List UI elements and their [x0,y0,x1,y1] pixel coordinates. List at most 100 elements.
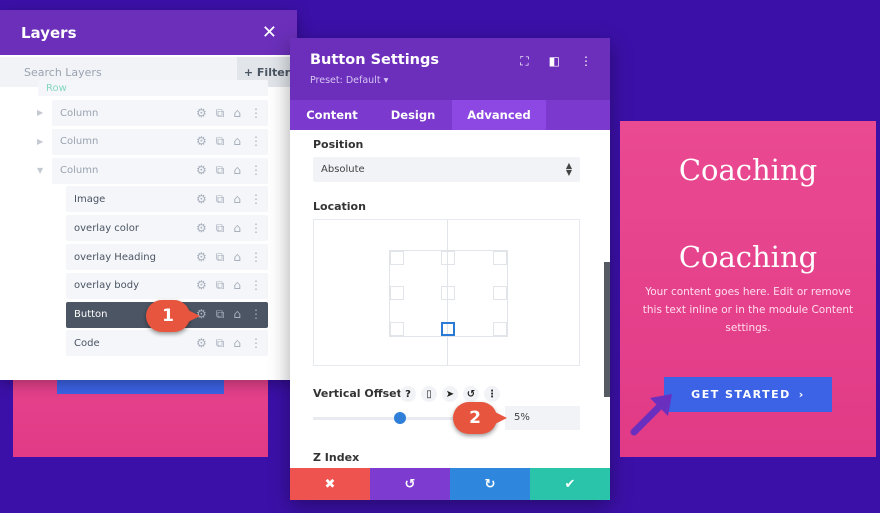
cancel-button[interactable]: ✖ [290,468,370,500]
vertical-offset-label: Vertical Offset [313,387,402,400]
collapse-icon[interactable]: ▼ [37,166,43,175]
trash-icon[interactable]: ⌂ [233,336,241,351]
layer-item[interactable]: overlay body ⚙ ⧉ ⌂ ⋮ [66,272,268,299]
preset-dropdown[interactable]: Preset: Default ▾ [310,75,388,86]
layer-label: Button [74,309,108,321]
trash-icon[interactable]: ⌂ [233,221,241,236]
responsive-icon[interactable]: ▯ [421,386,437,402]
layer-label: Column [60,136,99,148]
slider-handle[interactable] [394,412,406,424]
duplicate-icon[interactable]: ⧉ [216,163,225,178]
more-icon[interactable]: ⋮ [250,250,262,265]
close-icon[interactable]: ✕ [262,22,277,43]
vertical-offset-input[interactable]: 5% [505,406,580,430]
layer-item[interactable]: Code ⚙ ⧉ ⌂ ⋮ [66,330,268,357]
more-icon[interactable]: ⋮ [250,106,262,121]
trash-icon[interactable]: ⌂ [233,307,241,322]
location-bottom-right[interactable] [493,322,507,336]
save-button[interactable]: ✔ [530,468,610,500]
trash-icon[interactable]: ⌂ [233,134,241,149]
location-center[interactable] [441,286,455,300]
more-icon[interactable]: ⋮ [250,336,262,351]
split-view-icon[interactable]: ◧ [549,54,560,69]
button-settings-modal: Button Settings Preset: Default ▾ ⛶ ◧ ⋮ … [290,38,610,500]
duplicate-icon[interactable]: ⧉ [216,307,225,322]
gear-icon[interactable]: ⚙ [196,250,207,265]
trash-icon[interactable]: ⌂ [233,163,241,178]
duplicate-icon[interactable]: ⧉ [216,134,225,149]
gear-icon[interactable]: ⚙ [196,278,207,293]
location-top-center[interactable] [441,251,455,265]
overlay-heading: Coaching [678,240,818,274]
duplicate-icon[interactable]: ⧉ [216,106,225,121]
expand-icon[interactable]: ▶ [37,137,43,146]
more-options-icon[interactable]: ⋮ [580,54,592,69]
callout-badge-1: 1 [146,300,200,332]
modal-scrollbar[interactable] [604,262,610,397]
more-icon[interactable]: ⋮ [250,134,262,149]
gear-icon[interactable]: ⚙ [196,192,207,207]
tab-advanced[interactable]: Advanced [452,100,546,130]
trash-icon[interactable]: ⌂ [233,192,241,207]
tab-content[interactable]: Content [290,100,374,130]
pointer-arrow-icon [630,394,672,436]
layer-label: overlay body [74,280,140,292]
expand-icon[interactable]: ▶ [37,108,43,117]
layer-row[interactable]: Row [38,80,268,96]
layer-item[interactable]: Column ⚙ ⧉ ⌂ ⋮ [52,100,268,126]
layers-title: Layers [21,23,77,42]
layer-label: overlay color [74,222,139,234]
redo-button[interactable]: ↻ [450,468,530,500]
position-label: Position [313,138,364,151]
duplicate-icon[interactable]: ⧉ [216,250,225,265]
duplicate-icon[interactable]: ⧉ [216,278,225,293]
more-icon[interactable]: ⋮ [250,307,262,322]
more-icon[interactable]: ⋮ [250,163,262,178]
trash-icon[interactable]: ⌂ [233,106,241,121]
undo-button[interactable]: ↺ [370,468,450,500]
search-input[interactable]: Search Layers [0,66,102,79]
layer-item[interactable]: overlay color ⚙ ⧉ ⌂ ⋮ [66,215,268,242]
position-select[interactable]: Absolute ▲ ▼ [313,157,580,182]
more-icon[interactable]: ⋮ [250,278,262,293]
duplicate-icon[interactable]: ⧉ [216,221,225,236]
layer-label: overlay Heading [74,251,156,263]
get-started-button[interactable]: GET STARTED › [664,377,832,412]
location-top-left[interactable] [390,251,404,265]
help-icon[interactable]: ? [400,386,416,402]
gear-icon[interactable]: ⚙ [196,134,207,149]
tab-design[interactable]: Design [374,100,452,130]
more-icon[interactable]: ⋮ [250,221,262,236]
location-bottom-center[interactable] [441,322,455,336]
gear-icon[interactable]: ⚙ [196,336,207,351]
modal-header: Button Settings Preset: Default ▾ ⛶ ◧ ⋮ [290,38,610,100]
more-icon[interactable]: ⋮ [250,192,262,207]
trash-icon[interactable]: ⌂ [233,278,241,293]
location-bottom-left[interactable] [390,322,404,336]
overlay-body: Your content goes here. Edit or remove t… [642,286,854,334]
heading-coaching: Coaching [678,153,818,187]
layer-item[interactable]: overlay Heading ⚙ ⧉ ⌂ ⋮ [66,244,268,270]
gear-icon[interactable]: ⚙ [196,106,207,121]
location-center-left[interactable] [390,286,404,300]
fullscreen-icon[interactable]: ⛶ [520,54,528,69]
gear-icon[interactable]: ⚙ [196,221,207,236]
layer-item[interactable]: Image ⚙ ⧉ ⌂ ⋮ [66,186,268,213]
more-icon[interactable]: ⋮ [484,386,500,402]
location-top-right[interactable] [493,251,507,265]
modal-title: Button Settings [310,52,440,68]
hover-icon[interactable]: ➤ [442,386,458,402]
location-center-right[interactable] [493,286,507,300]
location-picker [313,219,580,366]
layer-label: Column [60,165,99,177]
layer-item[interactable]: Column ⚙ ⧉ ⌂ ⋮ [52,128,268,155]
duplicate-icon[interactable]: ⧉ [216,336,225,351]
reset-icon[interactable]: ↺ [463,386,479,402]
location-label: Location [313,200,366,213]
gear-icon[interactable]: ⚙ [196,163,207,178]
layer-item[interactable]: Column ⚙ ⧉ ⌂ ⋮ [52,157,268,184]
duplicate-icon[interactable]: ⧉ [216,192,225,207]
trash-icon[interactable]: ⌂ [233,250,241,265]
layer-label: Column [60,107,99,119]
layer-label: Row [46,82,67,94]
